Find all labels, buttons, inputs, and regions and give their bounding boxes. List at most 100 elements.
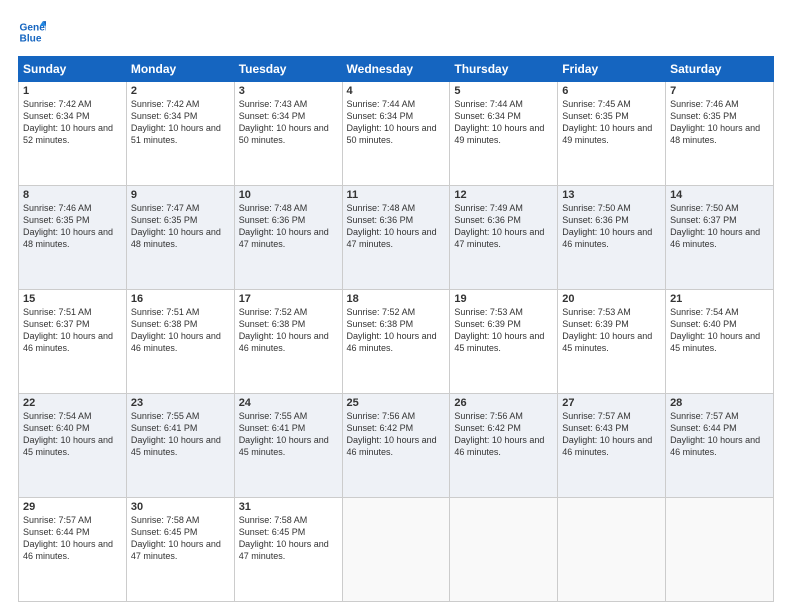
day-info: Sunrise: 7:52 AMSunset: 6:38 PMDaylight:…: [239, 307, 329, 353]
calendar-cell: 4 Sunrise: 7:44 AMSunset: 6:34 PMDaylight…: [342, 82, 450, 186]
calendar-cell: 14Sunrise: 7:50 AMSunset: 6:37 PMDayligh…: [666, 186, 774, 290]
calendar-week-row: 22 Sunrise: 7:54 AMSunset: 6:40 PMDayligh…: [19, 394, 774, 498]
calendar-week-row: 1 Sunrise: 7:42 AMSunset: 6:34 PMDaylight…: [19, 82, 774, 186]
day-number: 16: [131, 293, 230, 305]
logo-icon: General Blue: [18, 18, 46, 46]
day-number: 17: [239, 293, 338, 305]
day-header-wednesday: Wednesday: [342, 57, 450, 82]
day-number: 7: [670, 85, 769, 97]
day-info: Sunrise: 7:58 AMSunset: 6:45 PMDaylight:…: [131, 515, 221, 561]
logo: General Blue: [18, 18, 52, 46]
day-info: Sunrise: 7:55 AMSunset: 6:41 PMDaylight:…: [239, 411, 329, 457]
page: General Blue SundayMondayTuesdayWednesda…: [0, 0, 792, 612]
day-number: 25: [347, 397, 446, 409]
day-info: Sunrise: 7:51 AMSunset: 6:37 PMDaylight:…: [23, 307, 113, 353]
day-info: Sunrise: 7:51 AMSunset: 6:38 PMDaylight:…: [131, 307, 221, 353]
day-number: 8: [23, 189, 122, 201]
day-info: Sunrise: 7:57 AMSunset: 6:44 PMDaylight:…: [23, 515, 113, 561]
calendar-cell: 2Sunrise: 7:42 AMSunset: 6:34 PMDaylight…: [126, 82, 234, 186]
calendar-cell: 1 Sunrise: 7:42 AMSunset: 6:34 PMDaylight…: [19, 82, 127, 186]
calendar-cell: 29 Sunrise: 7:57 AMSunset: 6:44 PMDayligh…: [19, 498, 127, 602]
day-info: Sunrise: 7:44 AMSunset: 6:34 PMDaylight:…: [347, 99, 437, 145]
calendar-cell: 3 Sunrise: 7:43 AMSunset: 6:34 PMDaylight…: [234, 82, 342, 186]
day-number: 15: [23, 293, 122, 305]
calendar-cell: [342, 498, 450, 602]
day-info: Sunrise: 7:53 AMSunset: 6:39 PMDaylight:…: [454, 307, 544, 353]
day-number: 21: [670, 293, 769, 305]
calendar-cell: [666, 498, 774, 602]
calendar-cell: 26 Sunrise: 7:56 AMSunset: 6:42 PMDayligh…: [450, 394, 558, 498]
calendar-cell: [450, 498, 558, 602]
day-number: 13: [562, 189, 661, 201]
day-header-friday: Friday: [558, 57, 666, 82]
day-info: Sunrise: 7:45 AMSunset: 6:35 PMDaylight:…: [562, 99, 652, 145]
calendar-cell: 6 Sunrise: 7:45 AMSunset: 6:35 PMDaylight…: [558, 82, 666, 186]
calendar-cell: 18 Sunrise: 7:52 AMSunset: 6:38 PMDayligh…: [342, 290, 450, 394]
calendar-cell: 8 Sunrise: 7:46 AMSunset: 6:35 PMDaylight…: [19, 186, 127, 290]
calendar-cell: 25 Sunrise: 7:56 AMSunset: 6:42 PMDayligh…: [342, 394, 450, 498]
day-number: 24: [239, 397, 338, 409]
calendar-week-row: 8 Sunrise: 7:46 AMSunset: 6:35 PMDaylight…: [19, 186, 774, 290]
calendar-cell: 10Sunrise: 7:48 AMSunset: 6:36 PMDayligh…: [234, 186, 342, 290]
day-info: Sunrise: 7:44 AMSunset: 6:34 PMDaylight:…: [454, 99, 544, 145]
day-number: 18: [347, 293, 446, 305]
day-number: 12: [454, 189, 553, 201]
day-info: Sunrise: 7:55 AMSunset: 6:41 PMDaylight:…: [131, 411, 221, 457]
day-number: 26: [454, 397, 553, 409]
day-number: 10: [239, 189, 338, 201]
day-header-monday: Monday: [126, 57, 234, 82]
day-header-saturday: Saturday: [666, 57, 774, 82]
day-info: Sunrise: 7:46 AMSunset: 6:35 PMDaylight:…: [23, 203, 113, 249]
day-number: 3: [239, 85, 338, 97]
day-number: 5: [454, 85, 553, 97]
calendar-cell: 28Sunrise: 7:57 AMSunset: 6:44 PMDayligh…: [666, 394, 774, 498]
day-number: 11: [347, 189, 446, 201]
day-number: 22: [23, 397, 122, 409]
day-info: Sunrise: 7:48 AMSunset: 6:36 PMDaylight:…: [347, 203, 437, 249]
calendar-cell: 20 Sunrise: 7:53 AMSunset: 6:39 PMDayligh…: [558, 290, 666, 394]
day-number: 4: [347, 85, 446, 97]
day-info: Sunrise: 7:56 AMSunset: 6:42 PMDaylight:…: [347, 411, 437, 457]
day-number: 31: [239, 501, 338, 513]
day-number: 2: [131, 85, 230, 97]
day-info: Sunrise: 7:46 AMSunset: 6:35 PMDaylight:…: [670, 99, 760, 145]
calendar-cell: 22 Sunrise: 7:54 AMSunset: 6:40 PMDayligh…: [19, 394, 127, 498]
day-number: 20: [562, 293, 661, 305]
day-info: Sunrise: 7:50 AMSunset: 6:36 PMDaylight:…: [562, 203, 652, 249]
day-number: 9: [131, 189, 230, 201]
day-info: Sunrise: 7:58 AMSunset: 6:45 PMDaylight:…: [239, 515, 329, 561]
header: General Blue: [18, 18, 774, 46]
calendar-cell: 11 Sunrise: 7:48 AMSunset: 6:36 PMDayligh…: [342, 186, 450, 290]
day-number: 29: [23, 501, 122, 513]
calendar-cell: 9 Sunrise: 7:47 AMSunset: 6:35 PMDaylight…: [126, 186, 234, 290]
day-info: Sunrise: 7:42 AMSunset: 6:34 PMDaylight:…: [23, 99, 113, 145]
day-number: 27: [562, 397, 661, 409]
day-number: 14: [670, 189, 769, 201]
day-info: Sunrise: 7:43 AMSunset: 6:34 PMDaylight:…: [239, 99, 329, 145]
calendar-cell: 19 Sunrise: 7:53 AMSunset: 6:39 PMDayligh…: [450, 290, 558, 394]
day-info: Sunrise: 7:47 AMSunset: 6:35 PMDaylight:…: [131, 203, 221, 249]
calendar-cell: 24 Sunrise: 7:55 AMSunset: 6:41 PMDayligh…: [234, 394, 342, 498]
day-info: Sunrise: 7:52 AMSunset: 6:38 PMDaylight:…: [347, 307, 437, 353]
day-info: Sunrise: 7:56 AMSunset: 6:42 PMDaylight:…: [454, 411, 544, 457]
day-info: Sunrise: 7:54 AMSunset: 6:40 PMDaylight:…: [670, 307, 760, 353]
calendar-cell: 27 Sunrise: 7:57 AMSunset: 6:43 PMDayligh…: [558, 394, 666, 498]
calendar-cell: 21 Sunrise: 7:54 AMSunset: 6:40 PMDayligh…: [666, 290, 774, 394]
calendar-cell: 16 Sunrise: 7:51 AMSunset: 6:38 PMDayligh…: [126, 290, 234, 394]
day-info: Sunrise: 7:54 AMSunset: 6:40 PMDaylight:…: [23, 411, 113, 457]
calendar-cell: [558, 498, 666, 602]
day-header-sunday: Sunday: [19, 57, 127, 82]
day-header-tuesday: Tuesday: [234, 57, 342, 82]
day-info: Sunrise: 7:53 AMSunset: 6:39 PMDaylight:…: [562, 307, 652, 353]
day-info: Sunrise: 7:57 AMSunset: 6:44 PMDaylight:…: [670, 411, 760, 457]
day-header-thursday: Thursday: [450, 57, 558, 82]
day-info: Sunrise: 7:57 AMSunset: 6:43 PMDaylight:…: [562, 411, 652, 457]
day-number: 19: [454, 293, 553, 305]
day-number: 23: [131, 397, 230, 409]
day-number: 1: [23, 85, 122, 97]
calendar-cell: 13 Sunrise: 7:50 AMSunset: 6:36 PMDayligh…: [558, 186, 666, 290]
calendar-cell: 31 Sunrise: 7:58 AMSunset: 6:45 PMDayligh…: [234, 498, 342, 602]
calendar-table: SundayMondayTuesdayWednesdayThursdayFrid…: [18, 56, 774, 602]
day-number: 6: [562, 85, 661, 97]
calendar-cell: 12Sunrise: 7:49 AMSunset: 6:36 PMDayligh…: [450, 186, 558, 290]
